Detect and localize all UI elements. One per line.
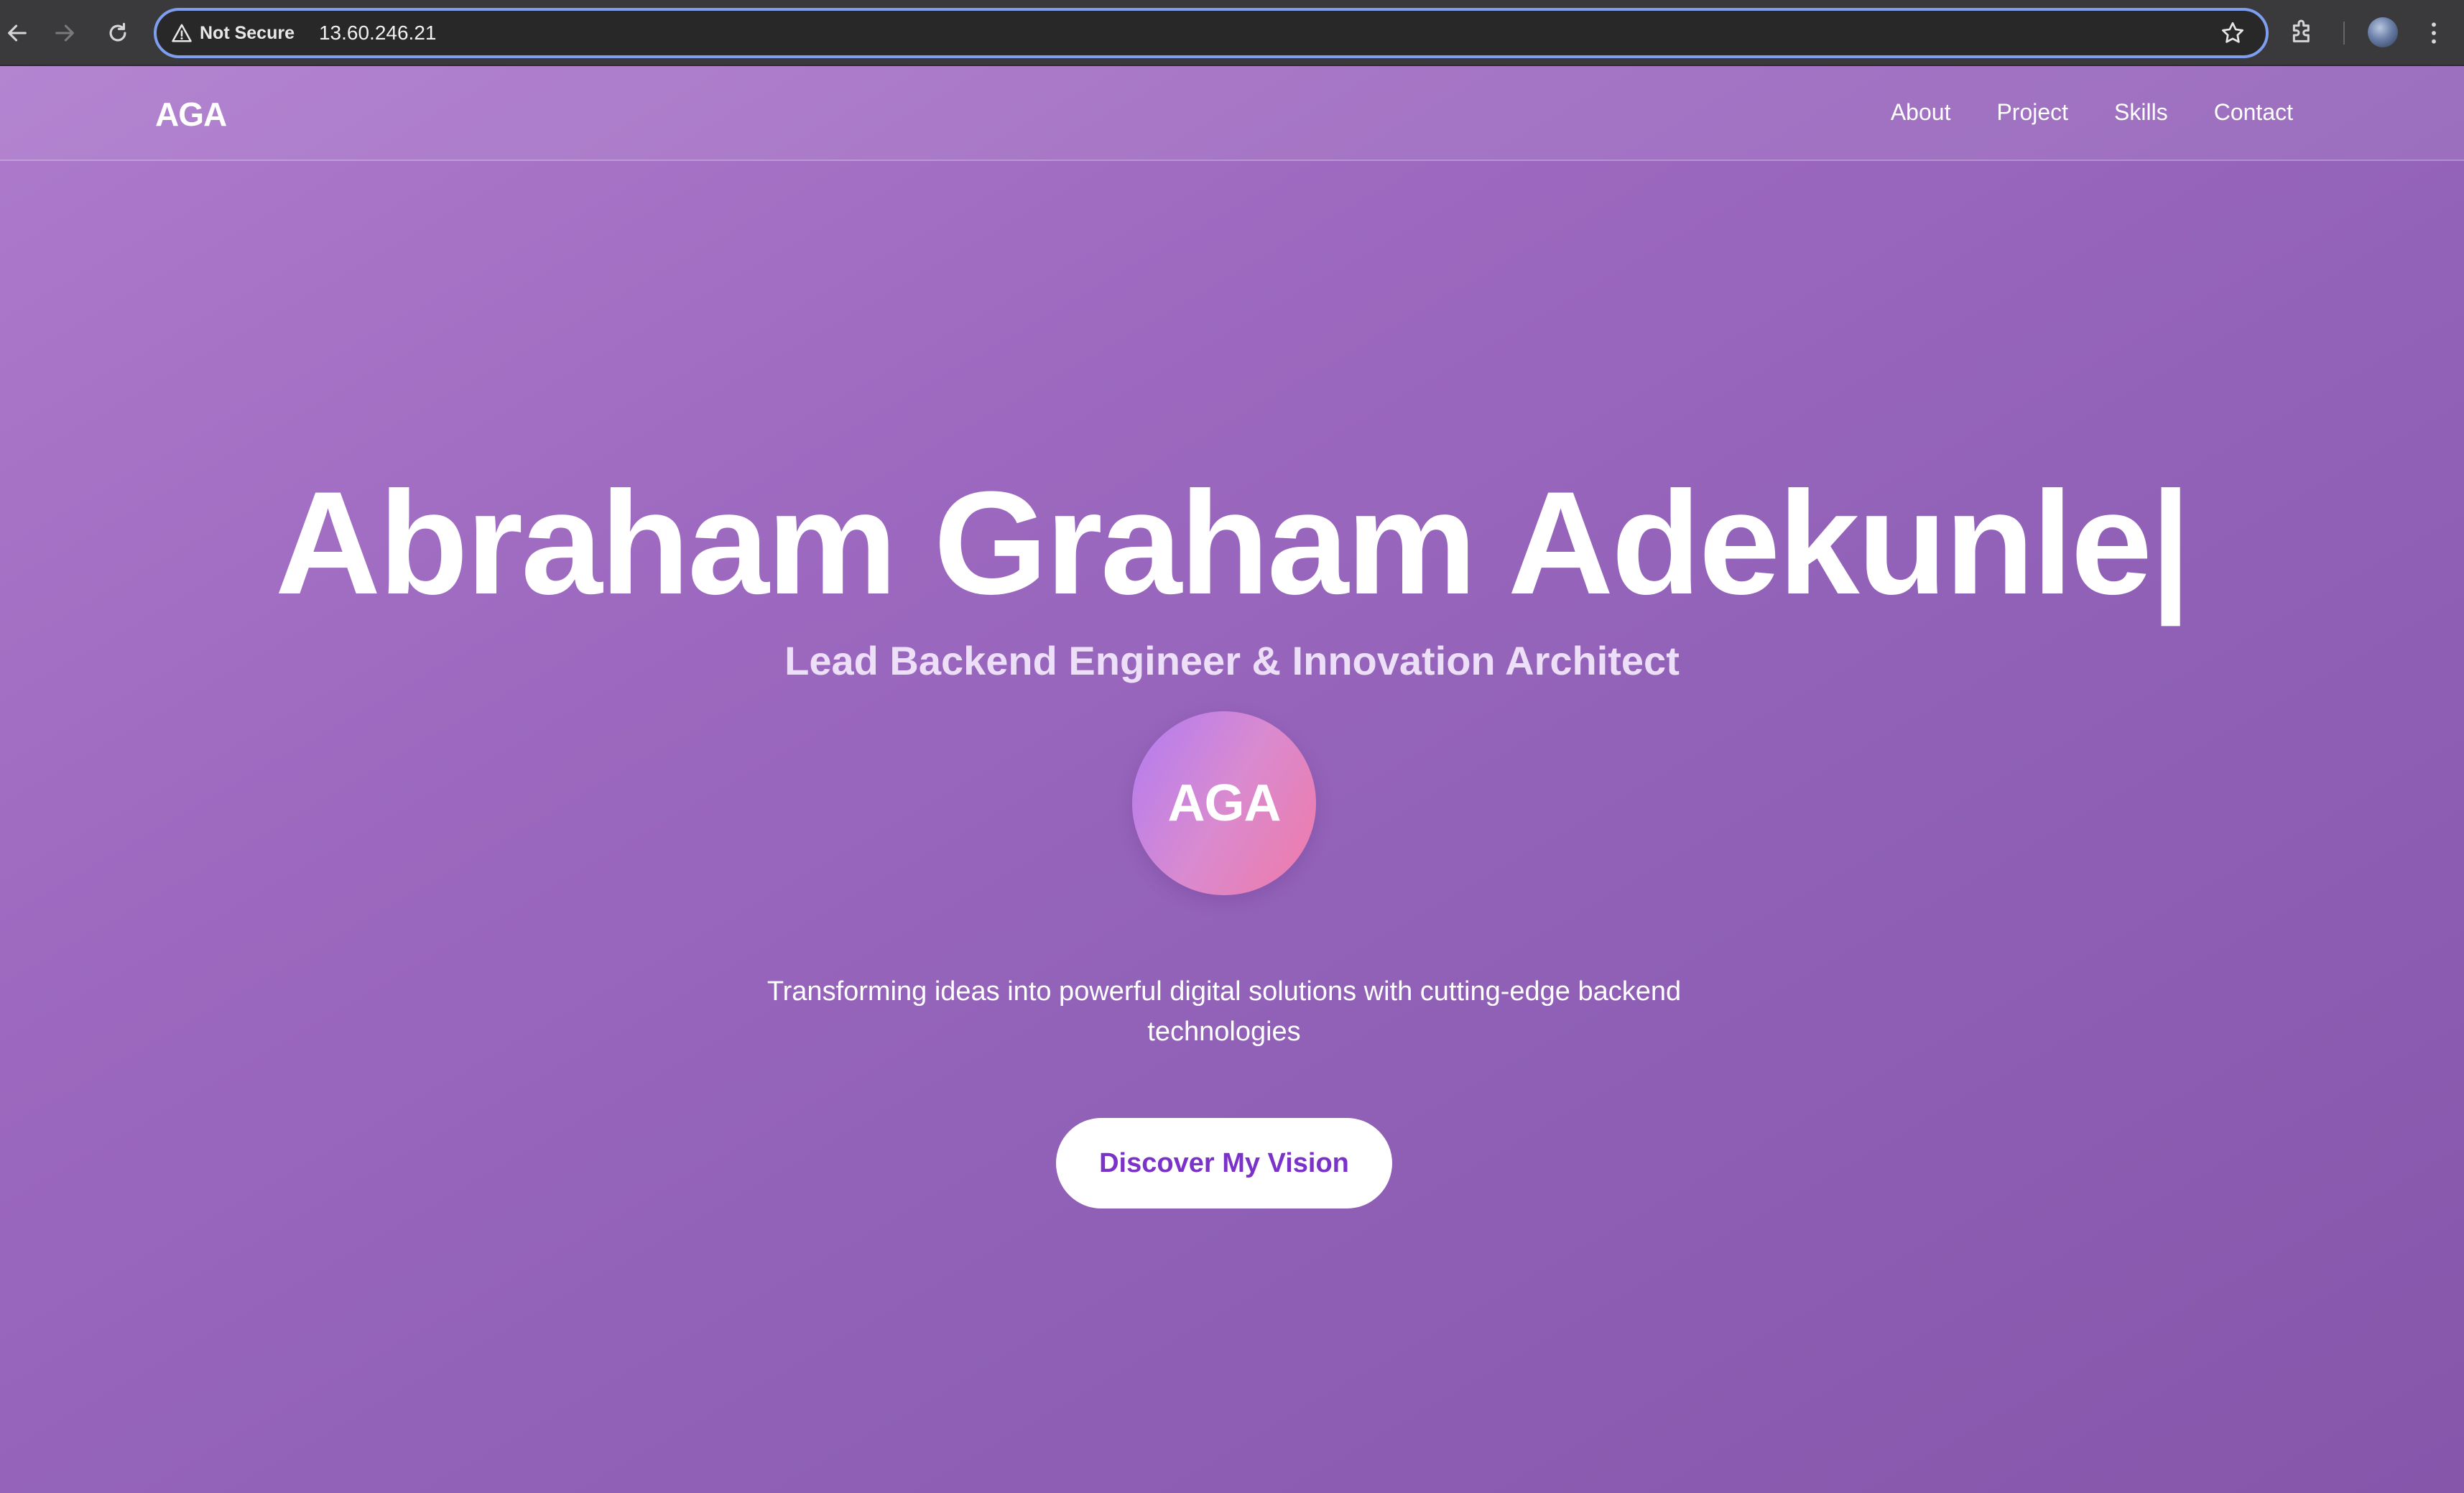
url-text[interactable]: 13.60.246.21 — [319, 22, 437, 45]
hero-description: Transforming ideas into powerful digital… — [766, 976, 1682, 1047]
hero-subtitle: Lead Backend Engineer & Innovation Archi… — [784, 638, 1680, 683]
extensions-button[interactable] — [2288, 17, 2320, 49]
address-bar[interactable]: Not Secure 13.60.246.21 — [154, 8, 2269, 58]
nav-link-project[interactable]: Project — [1996, 99, 2068, 126]
profile-avatar[interactable] — [2368, 17, 2398, 47]
reload-button[interactable] — [101, 16, 135, 50]
discover-vision-button[interactable]: Discover My Vision — [1056, 1118, 1392, 1208]
toolbar-divider — [2343, 22, 2345, 45]
bookmark-button[interactable] — [2220, 20, 2247, 47]
logo-initials-text: AGA — [1167, 775, 1282, 832]
bookmark-star-icon — [2222, 22, 2243, 43]
extensions-puzzle-icon — [2292, 19, 2310, 42]
site-brand-logo[interactable]: AGA — [155, 95, 227, 134]
hero-name-heading: Abraham Graham Adekunle| — [274, 461, 2191, 625]
site-security-indicator[interactable]: Not Secure — [171, 22, 295, 44]
back-button[interactable] — [0, 16, 34, 50]
back-arrow-icon — [8, 24, 27, 42]
forward-arrow-icon — [55, 24, 74, 42]
reload-icon — [109, 22, 126, 42]
nav-link-contact[interactable]: Contact — [2214, 99, 2293, 126]
site-header: AGA About Project Skills Contact — [0, 66, 2464, 161]
warning-triangle-icon — [172, 24, 192, 42]
site-nav: About Project Skills Contact — [1845, 99, 2293, 126]
forward-button[interactable] — [47, 16, 82, 50]
browser-toolbar: Not Secure 13.60.246.21 — [0, 0, 2464, 66]
kebab-menu-icon — [2432, 22, 2436, 44]
page-content: AGA About Project Skills Contact Abraham… — [0, 66, 2464, 1493]
nav-link-skills[interactable]: Skills — [2114, 99, 2168, 126]
security-label: Not Secure — [200, 22, 295, 43]
nav-link-about[interactable]: About — [1891, 99, 1951, 126]
hero-initials-logo: AGA — [1132, 711, 1316, 895]
browser-menu-button[interactable] — [2421, 17, 2447, 49]
